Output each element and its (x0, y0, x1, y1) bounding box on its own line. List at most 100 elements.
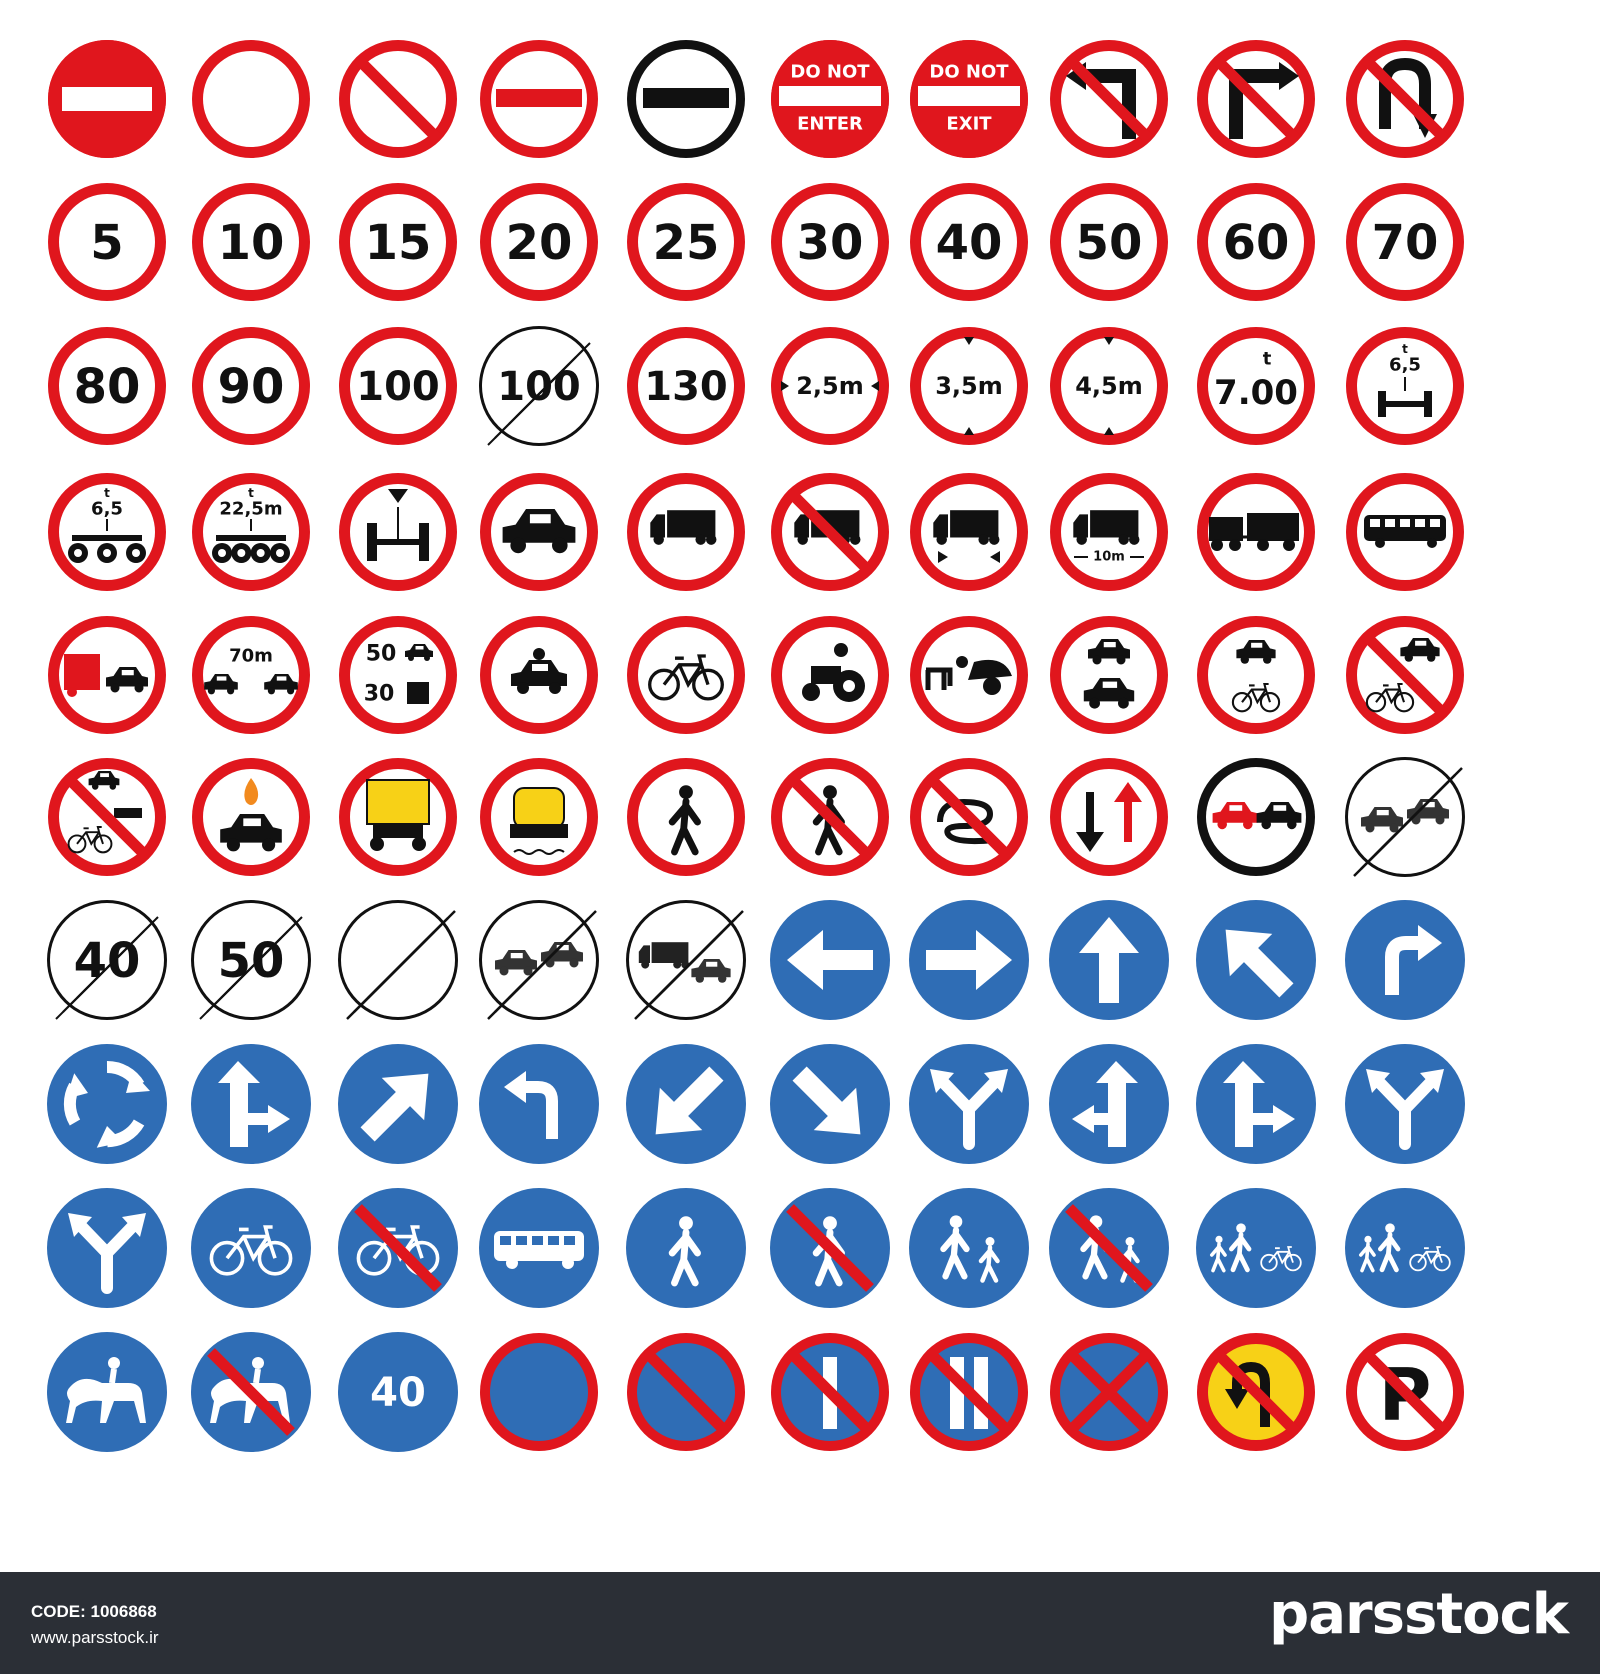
speed-by-vehicle-icon: 50 30 (333, 610, 463, 740)
sign-graphic (1197, 758, 1315, 876)
sign-graphic (910, 1333, 1028, 1451)
no-stopping-icon (1044, 1327, 1174, 1457)
sign-graphic (191, 1188, 311, 1308)
sign-text: EXIT (946, 114, 992, 135)
sign-graphic (627, 616, 745, 734)
speed-limit-icon: 70 (1340, 177, 1470, 307)
sign-graphic (909, 900, 1029, 1020)
sign-text: 5 (90, 215, 123, 271)
sign-text: 15 (365, 215, 432, 271)
sign-graphic (626, 1188, 746, 1308)
pedestrian-slash-icon (765, 752, 895, 882)
sign-text: 10m (1093, 550, 1125, 565)
turn-left-icon (474, 1039, 604, 1169)
sign-graphic (479, 1188, 599, 1308)
no-u-turn-icon (1340, 34, 1470, 164)
sign-graphic: 10m (1050, 473, 1168, 591)
sign-graphic: 5 (48, 183, 166, 301)
sign-graphic (770, 900, 890, 1020)
no-parking-icon (621, 1327, 751, 1457)
sign-graphic: 90 (192, 327, 310, 445)
sign-text: 70m (229, 646, 273, 667)
sign-graphic (480, 1333, 598, 1451)
car-bicycle-slash-icon (1340, 610, 1470, 740)
arrow-up-left-icon (1191, 895, 1321, 1025)
sign-graphic (47, 1188, 167, 1308)
end-pedestrian-path-icon (765, 1183, 895, 1313)
black-bar-icon (621, 34, 751, 164)
speed-limit-icon: 80 (42, 321, 172, 451)
sign-graphic (338, 1044, 458, 1164)
axle-icon (333, 467, 463, 597)
sign-graphic (1197, 1333, 1315, 1451)
max-height-icon: 3,5m (904, 321, 1034, 451)
sign-text: 40 (370, 1370, 426, 1416)
no-parking-even-days-icon (904, 1327, 1034, 1457)
triple-axle-weight-icon: t 22,5m (186, 467, 316, 597)
sign-graphic (910, 473, 1028, 591)
sign-text: 3,5m (935, 372, 1003, 400)
no-parking-p-icon: P (1340, 1327, 1470, 1457)
sign-text: 6,5 (91, 499, 123, 520)
sign-graphic (48, 616, 166, 734)
pedestrian-path-icon (621, 1183, 751, 1313)
no-right-turn-icon (1191, 34, 1321, 164)
straight-or-right-icon (1191, 1039, 1321, 1169)
sign-graphic (1346, 40, 1464, 158)
sign-graphic (48, 758, 166, 876)
end-shared-footpath-icon (1044, 1183, 1174, 1313)
no-motorcycles-bicycles-icon (1191, 610, 1321, 740)
sign-text: DO NOT (790, 62, 870, 83)
sign-text: 80 (74, 359, 141, 415)
sign-graphic: t6,5 (48, 473, 166, 591)
sign-text: 130 (644, 364, 728, 410)
sign-graphic: 80 (48, 327, 166, 445)
sign-text: 25 (653, 215, 720, 271)
mixed-slash-icon (42, 752, 172, 882)
sign-graphic (771, 473, 889, 591)
sign-graphic: t22,5m (192, 473, 310, 591)
speed-limit-icon: 10 (186, 177, 316, 307)
sign-graphic (1049, 900, 1169, 1020)
sign-graphic: 100 (339, 327, 457, 445)
no-water-pollutants-icon (474, 752, 604, 882)
speed-limit-icon: 25 (621, 177, 751, 307)
min-distance-icon: 70m (186, 610, 316, 740)
sign-text: 50 (1076, 215, 1143, 271)
no-left-turn-icon (1044, 34, 1174, 164)
sign-graphic: 100 (479, 326, 599, 446)
sign-graphic (626, 1044, 746, 1164)
speed-limit-icon: 100 (333, 321, 463, 451)
no-hazardous-load-icon (333, 752, 463, 882)
sign-text: 100 (497, 364, 581, 410)
sign-graphic: 50 (1050, 183, 1168, 301)
sign-graphic (1196, 1188, 1316, 1308)
bus-lane-icon (474, 1183, 604, 1313)
sign-text: 22,5m (219, 499, 282, 520)
sign-graphic (1346, 616, 1464, 734)
speed-limit-icon: 20 (474, 177, 604, 307)
prohibition-slash-icon (333, 34, 463, 164)
sign-graphic (771, 616, 889, 734)
no-waiting-icon (474, 1327, 604, 1457)
sign-graphic: 130 (627, 327, 745, 445)
sign-text: ENTER (797, 114, 863, 135)
sign-graphic (1196, 1044, 1316, 1164)
red-bar-icon (474, 34, 604, 164)
sign-text: 30 (797, 215, 864, 271)
straight-or-right-icon (186, 1039, 316, 1169)
website-url[interactable]: www.parsstock.ir (31, 1628, 159, 1648)
sign-graphic (339, 473, 457, 591)
sign-text: 2,5m (796, 372, 864, 400)
truck-width-icon (904, 467, 1034, 597)
sign-graphic (910, 616, 1028, 734)
truck-trailer-icon (1191, 467, 1321, 597)
sign-graphic (339, 758, 457, 876)
split-arrows-icon (42, 1183, 172, 1313)
straight-or-left-icon (1044, 1039, 1174, 1169)
no-motor-vehicles-icon (1044, 610, 1174, 740)
sign-text: DO NOT (929, 62, 1009, 83)
tandem-axle-weight-icon: t 6,5 (42, 467, 172, 597)
sign-graphic (480, 40, 598, 158)
sign-graphic (479, 1044, 599, 1164)
